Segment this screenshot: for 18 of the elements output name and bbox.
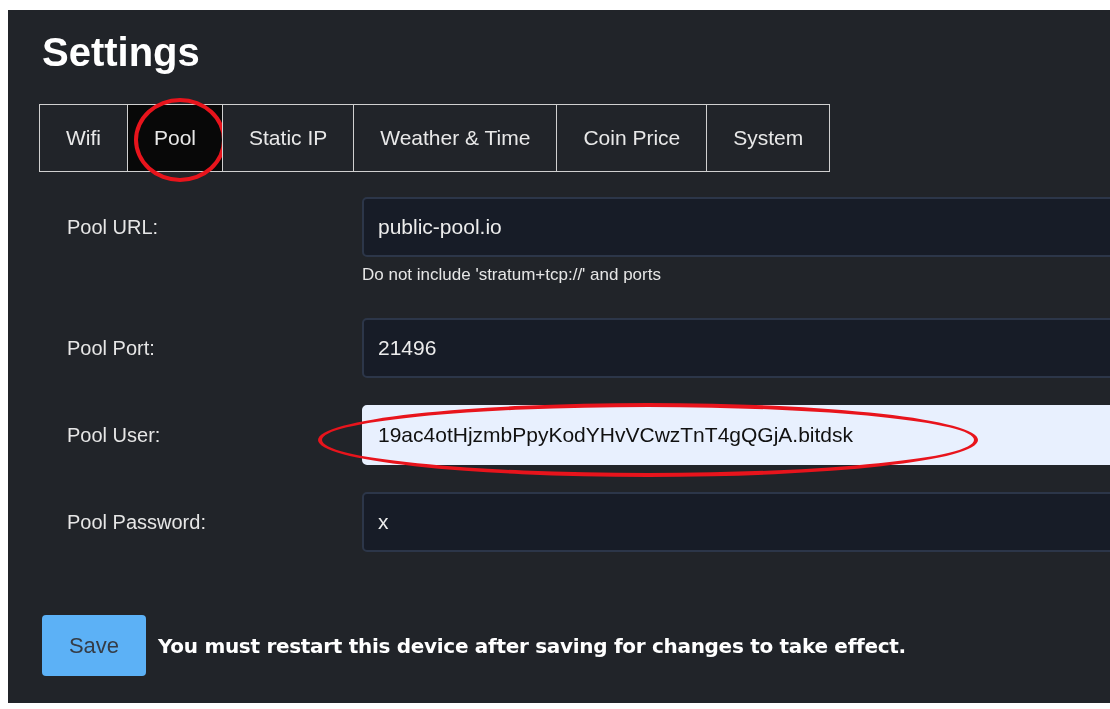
- tab[interactable]: Static IP: [222, 104, 355, 172]
- field-label: Pool User:: [66, 423, 162, 448]
- input-field[interactable]: 21496: [362, 318, 1110, 378]
- tab[interactable]: Wifi: [39, 104, 128, 172]
- restart-notice: You must restart this device after saving for changes to take effect.: [158, 633, 906, 658]
- page-title: Settings: [42, 29, 201, 76]
- tab[interactable]: Weather & Time: [353, 104, 558, 172]
- tab[interactable]: Coin Price: [556, 104, 708, 172]
- tab[interactable]: System: [706, 104, 831, 172]
- field-label: Pool URL:: [66, 215, 160, 240]
- save-button[interactable]: Save: [42, 615, 146, 676]
- help-text: Do not include 'stratum+tcp://' and ports: [362, 265, 662, 285]
- tab[interactable]: Pool: [127, 104, 224, 172]
- field-label: Pool Port:: [66, 336, 156, 361]
- input-field[interactable]: public-pool.io: [362, 197, 1110, 257]
- input-field[interactable]: 19ac4otHjzmbPpyKodYHvVCwzTnT4gQGjA.bitdsk: [362, 405, 1110, 465]
- field-label: Pool Password:: [66, 510, 207, 535]
- input-field[interactable]: x: [362, 492, 1110, 552]
